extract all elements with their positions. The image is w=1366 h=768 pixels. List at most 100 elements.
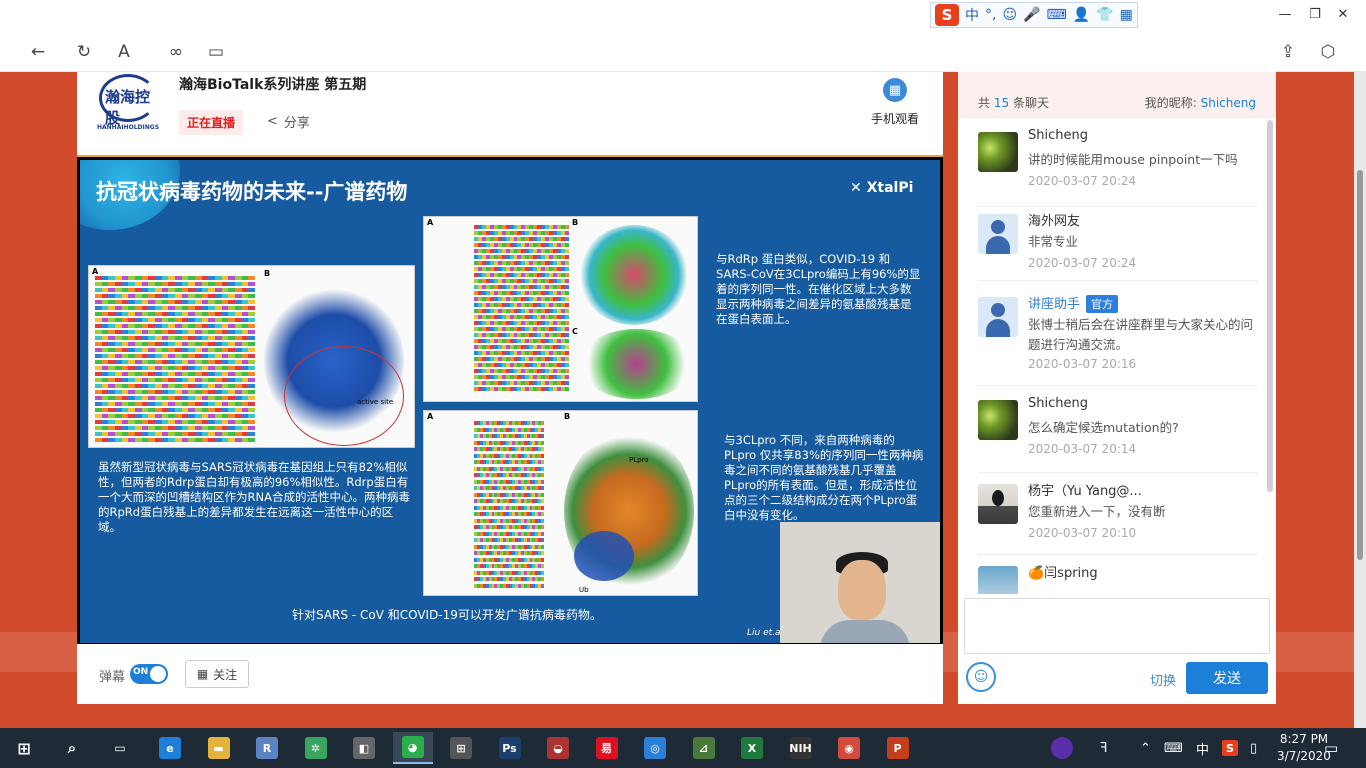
follow-button[interactable]: ▦ 关注 <box>185 660 249 688</box>
taskbar-app-pymol[interactable]: ◒ <box>538 732 578 764</box>
refresh-icon[interactable]: ↻ <box>70 38 98 66</box>
netease-icon: 易 <box>595 737 618 759</box>
pymol-icon: ◒ <box>547 737 569 759</box>
xtalpi-logo: ✕ XtalPi <box>850 180 914 196</box>
taskbar-app-wechat[interactable]: ◕ <box>392 732 433 764</box>
ime-item[interactable]: 中 <box>965 5 979 25</box>
sogou-logo[interactable]: S <box>935 4 959 26</box>
share-icon[interactable]: ⇪ <box>1274 38 1302 66</box>
chat-text: 非常专业 <box>1028 234 1079 249</box>
taskbar-app-excel[interactable]: X <box>732 732 772 764</box>
chat-sender: Shicheng <box>1028 396 1088 411</box>
notification-icon[interactable]: ▭ <box>1324 728 1338 768</box>
avatar[interactable] <box>978 132 1018 172</box>
emoji-button[interactable]: ☺ <box>966 662 996 692</box>
task-view-icon: ▭ <box>114 741 126 755</box>
logo-text: 瀚海控股 <box>105 88 151 127</box>
taskbar-app-prism[interactable]: ⊿ <box>684 732 724 764</box>
taskbar-app-chemdraw[interactable]: ✲ <box>296 732 336 764</box>
scrollbar-thumb[interactable] <box>1357 170 1363 560</box>
chat-time: 2020-03-07 20:24 <box>1028 174 1137 188</box>
chat-sender: 海外网友 <box>1028 214 1081 229</box>
prism-icon: ⊿ <box>692 737 715 759</box>
windows-icon: ⊞ <box>17 738 31 758</box>
sogou-tray-icon[interactable]: S <box>1222 728 1238 768</box>
avatar[interactable] <box>978 214 1018 254</box>
taskbar-app-store[interactable]: ⊞ <box>441 732 481 764</box>
mic-icon[interactable]: 🎤 <box>1023 7 1040 23</box>
avatar[interactable] <box>978 484 1018 524</box>
task-view-button[interactable]: ▭ <box>100 732 140 764</box>
mobile-label: 手机观看 <box>870 112 919 126</box>
avatar[interactable] <box>978 400 1018 440</box>
chat-message: 杨宇（Yu Yang@... 您重新进入一下，没有断 2020-03-07 20… <box>958 480 1258 560</box>
window-icon[interactable]: ▭ <box>202 38 230 66</box>
share-label: 分享 <box>283 116 310 131</box>
chat-message: Shicheng 怎么确定候选mutation的? 2020-03-07 20:… <box>958 396 1258 476</box>
taskbar-app-security[interactable]: ◧ <box>344 732 384 764</box>
chat-input[interactable] <box>964 598 1270 654</box>
app-purple[interactable] <box>1042 732 1082 764</box>
follow-label: 关注 <box>213 667 238 682</box>
edge-icon: e <box>159 737 181 759</box>
title-bar: S 中 °, ☺ 🎤 ⌨ 👤 👕 ▦ — ❐ ✕ <box>0 0 1366 30</box>
chat-message: 🍊闫spring <box>958 562 1258 594</box>
slide: 抗冠状病毒药物的未来--广谱药物 ✕ XtalPi A B active sit… <box>80 160 940 643</box>
taskbar-app-photoshop[interactable]: Ps <box>490 732 530 764</box>
taskbar-app-r-app[interactable]: R <box>247 732 287 764</box>
taskbar-app-netease[interactable]: 易 <box>587 732 627 764</box>
link-icon[interactable]: ∞ <box>162 38 190 66</box>
share-button[interactable]: < 分享 <box>267 112 310 131</box>
keyboard-icon[interactable]: ⌨ <box>1047 7 1067 23</box>
avatar[interactable] <box>978 297 1018 337</box>
switch-button[interactable]: 切换 <box>1150 670 1176 689</box>
close-button[interactable]: ✕ <box>1320 0 1366 28</box>
search-button[interactable]: ⌕ <box>52 732 92 764</box>
toolbox-icon[interactable]: ▦ <box>1120 7 1133 23</box>
page-scrollbar[interactable] <box>1354 72 1366 728</box>
search-icon: ⌕ <box>67 739 77 757</box>
taskbar-app-chrome[interactable]: ◉ <box>829 732 869 764</box>
taskbar-app-nih[interactable]: NIH <box>781 732 821 764</box>
qrcode-icon: ▦ <box>196 667 209 681</box>
chat-sender: Shicheng <box>1028 128 1088 143</box>
chat-messages[interactable]: Shicheng 讲的时候能用mouse pinpoint一下吗 2020-03… <box>958 118 1268 594</box>
mobile-view-button[interactable]: ▦ 手机观看 <box>871 78 919 127</box>
chat-text: 您重新进入一下，没有断 <box>1028 504 1166 519</box>
baidu-icon: ◎ <box>644 737 666 759</box>
volume-icon[interactable]: ▯ <box>1250 728 1257 768</box>
taskbar-app-baidu[interactable]: ◎ <box>635 732 675 764</box>
taskbar-app-explorer[interactable]: ▬ <box>199 732 239 764</box>
ime-item[interactable]: °, <box>985 7 996 23</box>
danmu-label: 弹幕 <box>99 670 126 685</box>
chat-text: 怎么确定候选mutation的? <box>1028 420 1179 435</box>
start-button[interactable]: ⊞ <box>4 732 44 764</box>
chat-count: 共 15 条聊天 <box>978 96 1049 110</box>
ime-language[interactable]: 中 <box>1196 728 1209 768</box>
chat-scrollbar-thumb[interactable] <box>1267 120 1273 492</box>
slide-text-rdrp: 虽然新型冠状病毒与SARS冠状病毒在基因组上只有82%相似性，但两者的Rdrp蛋… <box>98 460 410 534</box>
avatar[interactable] <box>978 566 1018 594</box>
danmu-toggle[interactable]: ON <box>130 664 168 684</box>
skin-icon[interactable]: 👕 <box>1096 7 1113 23</box>
back-icon[interactable]: ← <box>24 38 52 66</box>
powerpoint-icon: P <box>886 737 909 759</box>
chat-time: 2020-03-07 20:10 <box>1028 526 1137 540</box>
chat-message: Shicheng 讲的时候能用mouse pinpoint一下吗 2020-03… <box>958 128 1258 218</box>
reader-icon[interactable]: A <box>110 38 138 66</box>
extension-icon[interactable]: ⬡ <box>1314 38 1342 66</box>
keyboard-icon[interactable]: ⌨ <box>1164 728 1183 768</box>
emoji-icon[interactable]: ☺ <box>1002 7 1017 23</box>
video-player[interactable]: 抗冠状病毒药物的未来--广谱药物 ✕ XtalPi A B active sit… <box>77 155 943 644</box>
excel-icon: X <box>741 737 763 759</box>
chat-scrollbar[interactable] <box>1266 118 1274 594</box>
tray-expand-icon[interactable]: ⌃ <box>1140 728 1151 768</box>
people-icon[interactable]: ꟻ <box>1100 728 1107 768</box>
speaker-camera <box>780 522 940 643</box>
taskbar-app-edge[interactable]: e <box>150 732 190 764</box>
taskbar-app-powerpoint[interactable]: P <box>878 732 918 764</box>
user-icon[interactable]: 👤 <box>1073 7 1090 23</box>
ime-toolbar[interactable]: S 中 °, ☺ 🎤 ⌨ 👤 👕 ▦ <box>930 2 1138 28</box>
send-button[interactable]: 发送 <box>1186 662 1268 694</box>
figure-plpro: A B PLpro Ub <box>423 410 698 596</box>
